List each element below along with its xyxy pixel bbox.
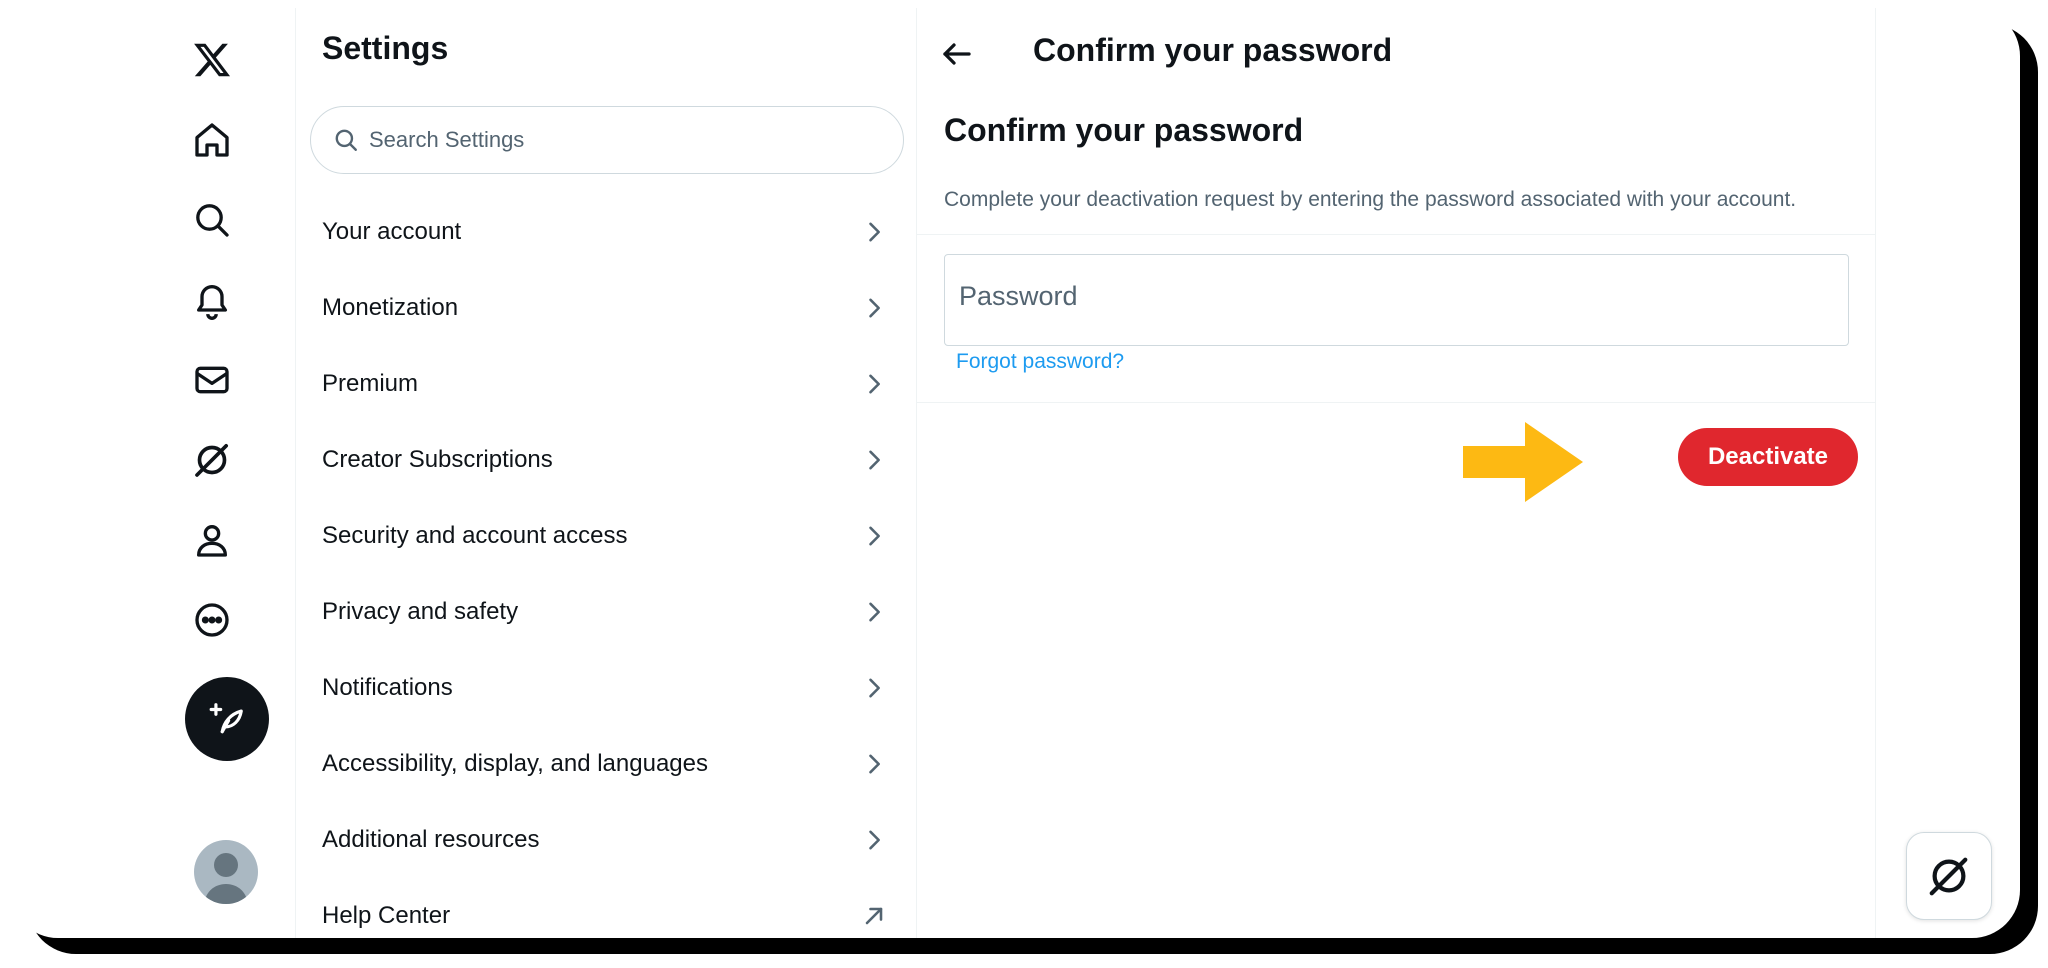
settings-item-label: Your account — [322, 218, 462, 245]
settings-item-label: Privacy and safety — [322, 598, 519, 625]
settings-item-accessibility[interactable]: Accessibility, display, and languages — [296, 726, 916, 802]
settings-item-help-center[interactable]: Help Center — [296, 878, 916, 938]
chevron-right-icon — [869, 526, 880, 546]
default-avatar-icon — [204, 853, 248, 904]
search-icon — [335, 129, 357, 151]
main-column: Confirm your password Confirm your passw… — [917, 8, 1875, 938]
search-box[interactable] — [310, 106, 904, 174]
grok-float-button[interactable] — [1906, 832, 1992, 920]
search-icon[interactable] — [190, 198, 234, 242]
section-heading: Confirm your password — [944, 112, 1304, 148]
settings-item-label: Accessibility, display, and languages — [322, 750, 708, 777]
section-divider — [917, 234, 1875, 235]
settings-item-security[interactable]: Security and account access — [296, 498, 916, 574]
app-window: Settings Your account Monetization Premi… — [10, 8, 2020, 938]
section-description: Complete your deactivation request by en… — [944, 188, 1797, 211]
compose-feather-icon — [209, 703, 243, 734]
home-icon[interactable] — [190, 118, 234, 162]
annotation-arrow-icon — [1463, 422, 1583, 502]
settings-item-monetization[interactable]: Monetization — [296, 270, 916, 346]
settings-item-label: Additional resources — [322, 826, 540, 853]
primary-nav — [10, 8, 295, 938]
chevron-right-icon — [869, 374, 880, 394]
x-logo-icon[interactable] — [190, 38, 234, 82]
chevron-right-icon — [869, 222, 880, 242]
mail-icon[interactable] — [190, 358, 234, 402]
settings-item-label: Premium — [322, 370, 419, 397]
settings-item-your-account[interactable]: Your account — [296, 194, 916, 270]
external-link-icon — [865, 907, 883, 925]
avatar[interactable] — [194, 840, 258, 904]
settings-item-creator-subscriptions[interactable]: Creator Subscriptions — [296, 422, 916, 498]
settings-item-label: Monetization — [322, 294, 459, 321]
password-field[interactable] — [944, 254, 1849, 346]
settings-item-additional-resources[interactable]: Additional resources — [296, 802, 916, 878]
chevron-right-icon — [869, 754, 880, 774]
settings-title: Settings — [322, 30, 449, 66]
bell-icon[interactable] — [190, 278, 234, 322]
settings-column: Settings Your account Monetization Premi… — [296, 8, 916, 938]
settings-item-label: Creator Subscriptions — [322, 446, 553, 473]
chevron-right-icon — [869, 678, 880, 698]
grok-icon[interactable] — [190, 438, 234, 482]
search-input[interactable] — [369, 127, 869, 153]
grok-icon — [1929, 857, 1968, 896]
page-title: Confirm your password — [1033, 32, 1393, 68]
settings-item-label: Notifications — [322, 674, 453, 701]
settings-item-privacy[interactable]: Privacy and safety — [296, 574, 916, 650]
password-input[interactable] — [959, 281, 1819, 312]
chevron-right-icon — [869, 830, 880, 850]
forgot-password-link[interactable]: Forgot password? — [956, 350, 1124, 374]
profile-icon[interactable] — [190, 518, 234, 562]
chevron-right-icon — [869, 602, 880, 622]
settings-item-label: Help Center — [322, 902, 451, 929]
compose-button[interactable] — [185, 677, 269, 761]
settings-item-notifications[interactable]: Notifications — [296, 650, 916, 726]
back-arrow-icon[interactable] — [939, 36, 975, 72]
form-divider — [917, 402, 1875, 403]
more-icon[interactable] — [190, 598, 234, 642]
main-divider — [1875, 8, 1876, 938]
chevron-right-icon — [869, 450, 880, 470]
settings-item-label: Security and account access — [322, 522, 628, 549]
settings-item-premium[interactable]: Premium — [296, 346, 916, 422]
chevron-right-icon — [869, 298, 880, 318]
deactivate-button[interactable]: Deactivate — [1678, 428, 1858, 486]
